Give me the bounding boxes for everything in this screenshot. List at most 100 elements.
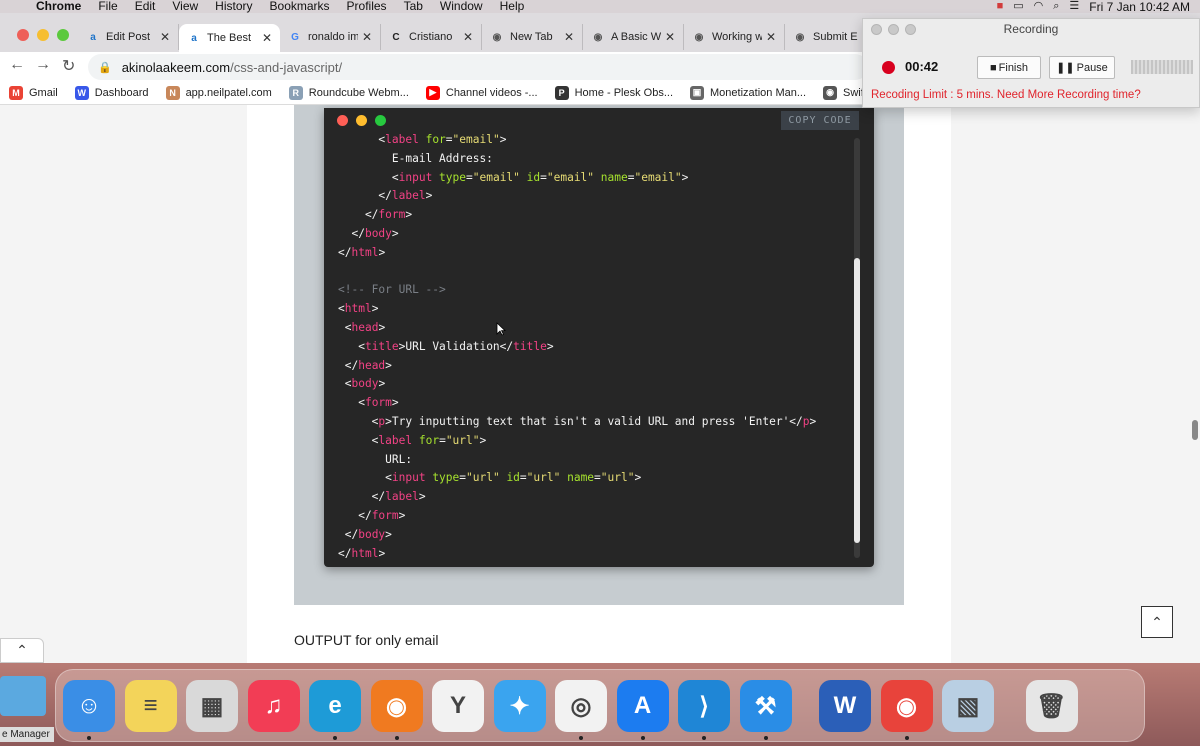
tab-3[interactable]: Gronaldo im ✕ bbox=[280, 24, 381, 50]
menu-tab[interactable]: Tab bbox=[404, 0, 423, 13]
code-line: <!-- For URL --> bbox=[338, 281, 816, 300]
code-lines: <label for="email"> E-mail Address: <inp… bbox=[338, 131, 816, 563]
recording-minimize-button[interactable] bbox=[888, 24, 899, 35]
back-to-top-button[interactable]: ⌃ bbox=[1141, 606, 1173, 638]
menu-app-chrome[interactable]: Chrome bbox=[36, 0, 81, 13]
code-token: > bbox=[405, 208, 413, 222]
close-tab-icon[interactable]: ✕ bbox=[766, 30, 776, 44]
app-store-icon[interactable]: A bbox=[616, 680, 669, 732]
bookmark-5[interactable]: ▶ Channel videos -... bbox=[425, 85, 538, 100]
recording-limit-link[interactable]: Recoding Limit : 5 mins. Need More Recor… bbox=[871, 89, 1141, 101]
menu-profiles[interactable]: Profiles bbox=[347, 0, 387, 13]
pause-button[interactable]: ❚❚ Pause bbox=[1049, 56, 1115, 79]
close-tab-icon[interactable]: ✕ bbox=[362, 30, 372, 44]
forward-button[interactable]: → bbox=[35, 56, 51, 74]
code-token: name bbox=[560, 471, 595, 485]
bookmark-6[interactable]: P Home - Plesk Obs... bbox=[554, 85, 673, 100]
finish-label: Finish bbox=[998, 61, 1028, 74]
control-center-icon[interactable]: ☰ bbox=[1069, 0, 1079, 13]
close-window-button[interactable] bbox=[17, 29, 29, 41]
wifi-icon[interactable]: ◠ bbox=[1034, 0, 1044, 13]
code-scrollbar[interactable] bbox=[854, 138, 860, 558]
code-token: id bbox=[499, 471, 520, 485]
downloads-toggle-button[interactable]: ⌃ bbox=[0, 638, 44, 663]
finish-button[interactable]: ■ Finish bbox=[977, 56, 1041, 79]
code-token: label bbox=[385, 490, 419, 504]
close-tab-icon[interactable]: ✕ bbox=[160, 30, 170, 44]
close-tab-icon[interactable]: ✕ bbox=[665, 30, 675, 44]
safari-icon[interactable]: ✦ bbox=[493, 680, 546, 732]
menu-edit[interactable]: Edit bbox=[135, 0, 156, 13]
trash-icon[interactable]: 🗑 bbox=[1025, 680, 1078, 732]
zoom-window-button[interactable] bbox=[57, 29, 69, 41]
menu-window[interactable]: Window bbox=[440, 0, 483, 13]
menu-help[interactable]: Help bbox=[500, 0, 525, 13]
launchpad-icon[interactable]: ▦ bbox=[186, 680, 238, 732]
tab-4[interactable]: C Cristiano ✕ bbox=[381, 24, 482, 50]
code-token: input bbox=[398, 170, 433, 184]
tab-6[interactable]: ◉ A Basic W ✕ bbox=[583, 24, 684, 50]
tab-5[interactable]: ◉ New Tab ✕ bbox=[482, 24, 583, 50]
output-heading: OUTPUT for only email bbox=[294, 632, 439, 648]
tab-1[interactable]: a Edit Post ✕ bbox=[78, 24, 179, 50]
tab-2[interactable]: a The Best ✕ bbox=[179, 24, 280, 52]
battery-icon[interactable]: ▭ bbox=[1013, 0, 1023, 13]
mouse-cursor-icon bbox=[496, 322, 506, 336]
preview-icon[interactable]: ▧ bbox=[942, 680, 994, 732]
bookmark-1[interactable]: M Gmail bbox=[9, 85, 58, 100]
globe-icon: ◉ bbox=[593, 31, 603, 43]
close-tab-icon[interactable]: ✕ bbox=[564, 30, 574, 44]
code-line: URL: bbox=[338, 451, 816, 470]
minimize-window-button[interactable] bbox=[37, 29, 49, 41]
menu-file[interactable]: File bbox=[98, 0, 117, 13]
code-token: > bbox=[385, 527, 392, 541]
notes-icon[interactable]: ≡ bbox=[124, 680, 177, 732]
yandex-icon[interactable]: Y bbox=[432, 680, 484, 732]
bookmark-favicon-icon: P bbox=[554, 85, 569, 100]
edge-icon[interactable]: e bbox=[309, 680, 361, 732]
reload-button[interactable]: ↻ bbox=[62, 56, 75, 76]
code-line: <title>URL Validation</title> bbox=[338, 338, 816, 357]
bookmark-2[interactable]: W Dashboard bbox=[74, 85, 149, 100]
code-scrollbar-thumb[interactable] bbox=[854, 258, 860, 543]
music-icon[interactable]: ♫ bbox=[247, 680, 300, 732]
menu-history[interactable]: History bbox=[215, 0, 252, 13]
code-token: > bbox=[378, 320, 386, 334]
globe-icon: ◉ bbox=[795, 31, 805, 43]
menubar-clock[interactable]: Fri 7 Jan 10:42 AM bbox=[1089, 0, 1190, 14]
finder-icon[interactable]: ☺ bbox=[63, 680, 115, 732]
bookmark-4[interactable]: R Roundcube Webm... bbox=[288, 85, 409, 100]
menu-view[interactable]: View bbox=[172, 0, 198, 13]
record-status-icon[interactable]: ■ bbox=[997, 0, 1004, 13]
page-scrollbar-thumb[interactable] bbox=[1192, 420, 1198, 440]
code-line: <label for="email"> bbox=[338, 131, 816, 150]
copy-code-button[interactable]: COPY CODE bbox=[781, 111, 859, 130]
word-icon[interactable]: W bbox=[819, 680, 871, 732]
close-tab-icon[interactable]: ✕ bbox=[262, 31, 272, 45]
search-icon[interactable]: ⌕ bbox=[1053, 0, 1059, 13]
back-button[interactable]: ← bbox=[9, 56, 25, 74]
code-token: for bbox=[412, 433, 440, 447]
vscode-icon[interactable]: ⟩ bbox=[678, 680, 730, 732]
menu-bookmarks[interactable]: Bookmarks bbox=[270, 0, 330, 13]
recording-close-button[interactable] bbox=[871, 24, 882, 35]
address-bar[interactable]: 🔒 akinolaakeem.com/css-and-javascript/ bbox=[88, 54, 868, 80]
chrome-icon[interactable]: ◎ bbox=[555, 680, 607, 732]
tab-7[interactable]: ◉ Working w ✕ bbox=[684, 24, 785, 50]
bookmark-3[interactable]: Napp.neilpatel.com bbox=[165, 85, 272, 100]
recorder-icon[interactable]: ◉ bbox=[880, 680, 933, 732]
code-line: <form> bbox=[338, 394, 816, 413]
code-token: > bbox=[378, 546, 386, 560]
bookmark-7[interactable]: ▣ Monetization Man... bbox=[690, 85, 806, 100]
lock-icon[interactable]: 🔒 bbox=[98, 61, 112, 74]
desktop-folder-icon[interactable] bbox=[0, 676, 46, 716]
recording-zoom-button[interactable] bbox=[905, 24, 916, 35]
close-tab-icon[interactable]: ✕ bbox=[463, 30, 473, 44]
firefox-icon[interactable]: ◉ bbox=[370, 680, 423, 732]
tab-list: a Edit Post ✕ a The Best ✕ Gronaldo im ✕ C Cristi… bbox=[78, 24, 886, 52]
code-token: > bbox=[499, 133, 507, 146]
xcode-icon[interactable]: ⚒ bbox=[739, 680, 792, 732]
bookmark-label: app.neilpatel.com bbox=[185, 86, 272, 99]
code-token: </ bbox=[338, 189, 392, 203]
bookmark-favicon-icon: ▶ bbox=[425, 85, 440, 100]
